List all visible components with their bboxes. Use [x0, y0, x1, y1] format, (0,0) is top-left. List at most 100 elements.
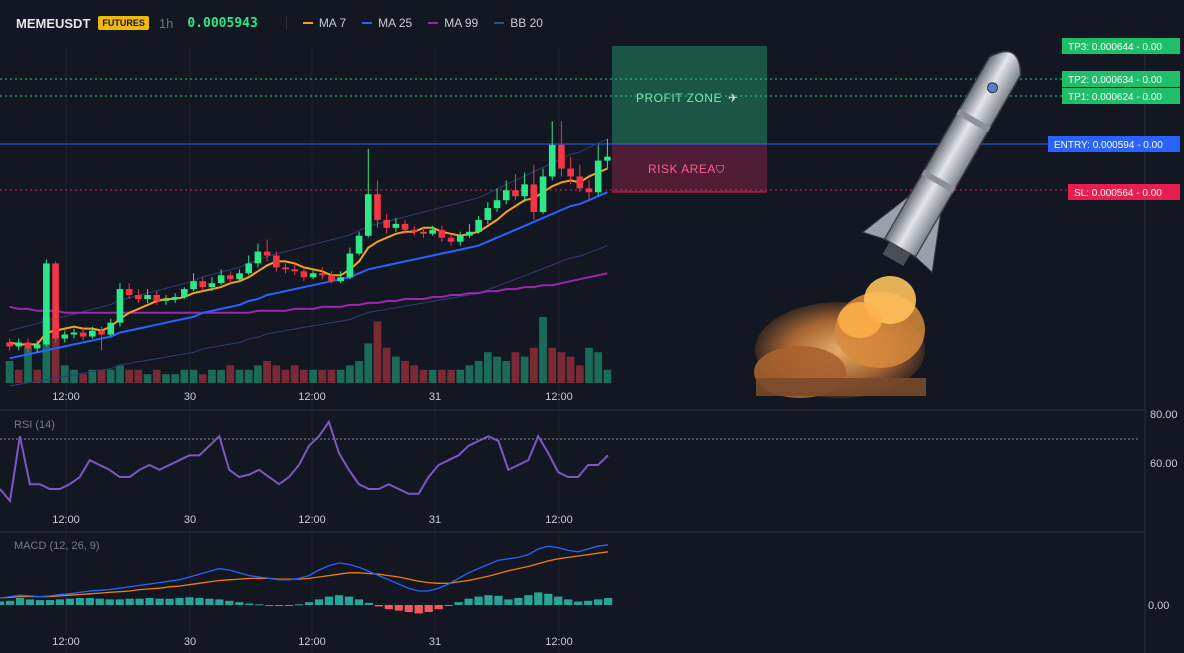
- volume-bar-23: [217, 369, 225, 383]
- rsi-line: [0, 419, 609, 504]
- volume-bar-53: [493, 356, 501, 383]
- macd-hist-14: [135, 598, 144, 605]
- macd-hist-9: [85, 598, 94, 605]
- volume-bar-45: [419, 369, 428, 383]
- candle-body-19: [181, 289, 188, 298]
- time-label-0-4: 12:00: [545, 391, 573, 403]
- volume-bar-39: [364, 343, 373, 383]
- macd-hist-36: [354, 599, 364, 605]
- volume-bar-46: [428, 369, 437, 383]
- candle-body-56: [521, 184, 528, 197]
- rsi-title: RSI (14): [14, 419, 55, 431]
- candle-body-33: [309, 273, 317, 278]
- volume-bar-32: [300, 369, 308, 383]
- macd-title: MACD (12, 26, 9): [14, 540, 100, 552]
- candle-body-17: [162, 298, 170, 301]
- time-label-2-0: 12:00: [52, 636, 80, 648]
- volume-bar-28: [263, 361, 271, 383]
- volume-bar-49: [456, 369, 465, 383]
- macd-hist-34: [334, 595, 344, 605]
- candle-body-39: [364, 194, 372, 236]
- macd-hist-20: [195, 598, 204, 605]
- candle-body-50: [466, 231, 473, 236]
- macd-hist-46: [454, 602, 463, 605]
- volume-bar-6: [60, 365, 69, 383]
- time-label-0-3: 31: [429, 391, 441, 403]
- candle-body-47: [438, 229, 446, 238]
- macd-hist-37: [364, 602, 373, 605]
- candle-body-10: [98, 330, 105, 335]
- volume-bar-64: [594, 352, 603, 383]
- macd-hist-21: [205, 598, 214, 605]
- rocket-hull: [883, 50, 1022, 258]
- risk-area-label: RISK AREA: [648, 162, 716, 176]
- volume-bar-11: [106, 369, 115, 383]
- candle-body-5: [52, 263, 59, 339]
- macd-pane: [0, 544, 613, 614]
- candle-body-3: [33, 344, 41, 349]
- macd-hist-28: [275, 605, 284, 606]
- time-label-2-3: 31: [429, 636, 441, 648]
- macd-hist-25: [245, 603, 254, 605]
- volume-bar-22: [208, 369, 216, 383]
- macd-hist-31: [304, 602, 314, 605]
- candle-body-23: [217, 275, 225, 284]
- candle-body-48: [447, 237, 455, 242]
- flame-core-2: [838, 302, 882, 338]
- candle-body-46: [429, 229, 436, 234]
- rocket-body: [861, 50, 1022, 274]
- candle-body-51: [475, 219, 482, 232]
- time-label-2-1: 30: [184, 636, 196, 648]
- macd-hist-2: [15, 598, 25, 605]
- macd-hist-53: [524, 595, 533, 605]
- volume-bar-17: [162, 374, 170, 383]
- candle-body-28: [263, 251, 271, 256]
- volume-bar-50: [465, 365, 474, 383]
- candle-body-25: [236, 273, 243, 280]
- macd-hist-57: [564, 599, 573, 605]
- macd-hist-52: [514, 598, 523, 605]
- time-label-1-0: 12:00: [52, 514, 80, 526]
- volume-bar-15: [143, 374, 152, 383]
- candle-body-6: [61, 334, 69, 339]
- time-label-1-1: 30: [184, 514, 196, 526]
- candle-body-45: [420, 231, 427, 234]
- volume-bar-62: [575, 365, 584, 383]
- time-label-2-2: 12:00: [298, 636, 326, 648]
- candle-body-21: [199, 281, 207, 288]
- volume-bar-57: [529, 347, 538, 383]
- macd-hist-22: [215, 599, 224, 605]
- macd-hist-1: [5, 600, 15, 605]
- volume-bar-63: [585, 347, 593, 383]
- macd-hist-19: [185, 597, 194, 605]
- volume-bar-16: [152, 369, 161, 383]
- macd-hist-16: [155, 598, 164, 605]
- macd-hist-40: [394, 605, 403, 611]
- time-label-0-2: 12:00: [298, 391, 326, 403]
- candle-body-62: [576, 176, 584, 189]
- time-label-1-2: 12:00: [298, 514, 326, 526]
- chart-canvas[interactable]: 12:00 30 12:00 31 12:00 12:00 30 12:00 31 12:00 12…: [0, 0, 1184, 653]
- candle-body-8: [79, 332, 87, 337]
- candle-body-42: [392, 223, 400, 228]
- macd-hist-54: [534, 592, 543, 605]
- volume-bar-24: [226, 365, 235, 383]
- time-label-1-4: 12:00: [545, 514, 573, 526]
- macd-hist-4: [35, 600, 45, 605]
- volume-bar-52: [483, 352, 492, 383]
- candle-body-24: [227, 275, 234, 280]
- volume-bar-60: [557, 352, 566, 383]
- macd-hist-44: [434, 605, 443, 610]
- volume-bar-40: [373, 321, 382, 383]
- candle-body-65: [604, 156, 611, 161]
- macd-hist-58: [574, 601, 583, 605]
- volume-bar-47: [437, 369, 446, 383]
- volume-bar-61: [566, 356, 575, 383]
- macd-hist-56: [554, 596, 563, 605]
- candles: [6, 121, 611, 353]
- volume-bar-41: [382, 347, 391, 383]
- candle-body-52: [484, 208, 492, 220]
- candle-body-20: [190, 281, 197, 290]
- macd-hist-33: [324, 596, 334, 605]
- macd-hist-55: [544, 593, 553, 605]
